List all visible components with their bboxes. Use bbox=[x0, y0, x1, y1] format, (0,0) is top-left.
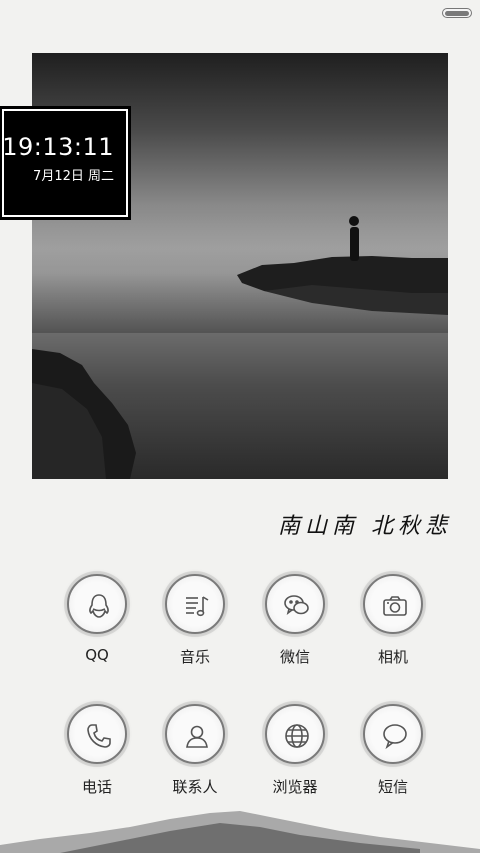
app-label: 音乐 bbox=[179, 648, 210, 666]
app-label: QQ bbox=[85, 646, 109, 664]
app-label: 相机 bbox=[377, 648, 408, 666]
message-icon bbox=[363, 704, 423, 764]
mountain-decoration bbox=[0, 811, 480, 853]
qq-icon bbox=[67, 574, 127, 634]
clock-time: 19:13:11 bbox=[2, 133, 114, 161]
app-label: 微信 bbox=[279, 648, 310, 666]
music-icon bbox=[165, 574, 225, 634]
app-qq[interactable]: QQ bbox=[52, 574, 142, 664]
app-music[interactable]: 音乐 bbox=[150, 574, 240, 667]
camera-icon bbox=[363, 574, 423, 634]
wechat-icon bbox=[265, 574, 325, 634]
battery-icon bbox=[442, 8, 472, 18]
phone-icon bbox=[67, 704, 127, 764]
clock-widget[interactable]: 19:13:11 7月12日 周二 bbox=[0, 107, 130, 219]
app-browser[interactable]: 浏览器 bbox=[250, 704, 340, 797]
browser-icon bbox=[265, 704, 325, 764]
app-wechat[interactable]: 微信 bbox=[250, 574, 340, 667]
poem-text: 南山南 北秋悲 bbox=[278, 514, 452, 539]
app-contacts[interactable]: 联系人 bbox=[150, 704, 240, 797]
contact-icon bbox=[165, 704, 225, 764]
clock-date: 7月12日 周二 bbox=[33, 169, 114, 184]
app-messages[interactable]: 短信 bbox=[348, 704, 438, 797]
app-phone[interactable]: 电话 bbox=[52, 704, 142, 797]
app-camera[interactable]: 相机 bbox=[348, 574, 438, 667]
